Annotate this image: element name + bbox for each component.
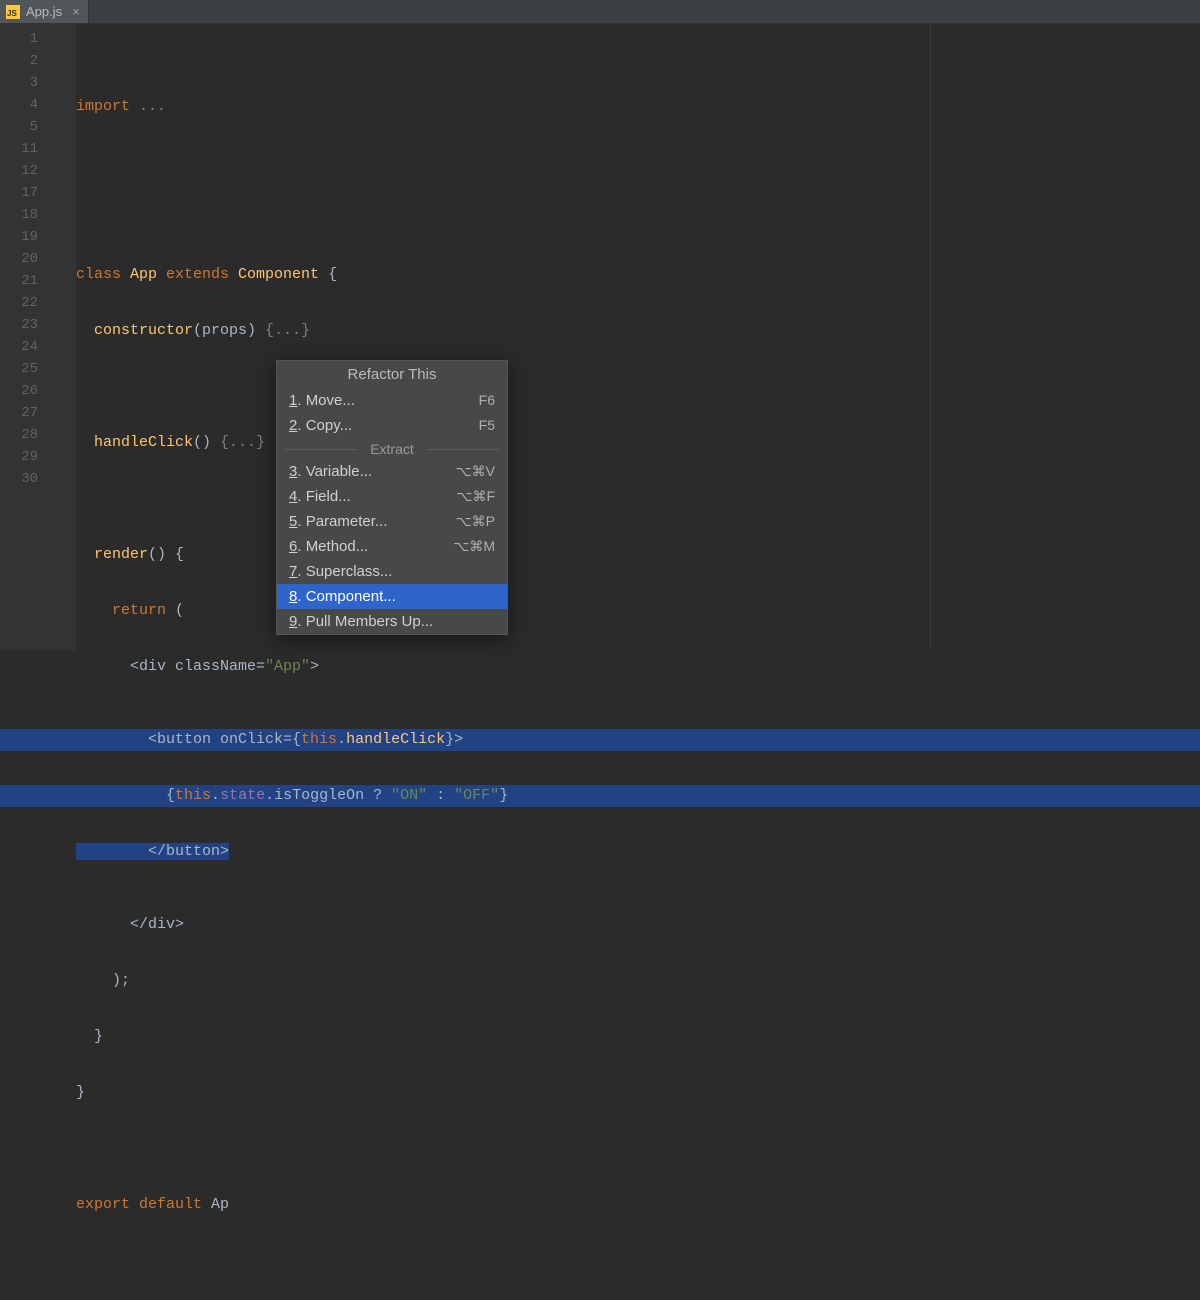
code-token: } bbox=[76, 1028, 103, 1045]
item-mnemonic: 1 bbox=[289, 392, 297, 409]
code-token: () { bbox=[148, 546, 184, 563]
item-label: Move... bbox=[306, 392, 355, 409]
code-token: class bbox=[76, 266, 130, 283]
item-label: Copy... bbox=[306, 417, 352, 434]
code-token: constructor bbox=[76, 322, 193, 339]
item-shortcut: ⌥⌘P bbox=[456, 513, 495, 530]
code-fold[interactable]: {...} bbox=[220, 434, 265, 451]
code-token: : bbox=[436, 787, 454, 804]
code-token: this bbox=[175, 787, 211, 804]
item-label: Pull Members Up... bbox=[306, 613, 434, 630]
code-token: return bbox=[112, 602, 175, 619]
code-token: App bbox=[130, 266, 166, 283]
code-token: Ap bbox=[211, 1196, 229, 1213]
code-token: extends bbox=[166, 266, 238, 283]
item-shortcut: ⌥⌘M bbox=[453, 538, 495, 555]
code-token: } bbox=[76, 1084, 85, 1101]
tab-filename: App.js bbox=[26, 4, 62, 19]
code-token: handleClick bbox=[346, 731, 445, 748]
fold-column bbox=[60, 24, 76, 650]
item-label: Variable... bbox=[306, 463, 372, 480]
item-mnemonic: 8 bbox=[289, 588, 297, 605]
popup-section-extract: Extract bbox=[277, 438, 507, 459]
code-token: </div> bbox=[76, 916, 184, 933]
refactor-move[interactable]: 1. Move... F6 bbox=[277, 388, 507, 413]
code-token: render bbox=[76, 546, 148, 563]
refactor-copy[interactable]: 2. Copy... F5 bbox=[277, 413, 507, 438]
code-editor[interactable]: 123 4511 121718 192021 222324 252627 282… bbox=[0, 24, 1200, 650]
item-label: Superclass... bbox=[306, 563, 393, 580]
item-mnemonic: 3 bbox=[289, 463, 297, 480]
item-shortcut: ⌥⌘F bbox=[456, 488, 495, 505]
line-number-gutter: 123 4511 121718 192021 222324 252627 282… bbox=[0, 24, 60, 650]
code-token: this bbox=[301, 731, 337, 748]
code-token: . bbox=[337, 731, 346, 748]
item-shortcut: ⌥⌘V bbox=[456, 463, 495, 480]
refactor-field[interactable]: 4. Field... ⌥⌘F bbox=[277, 484, 507, 509]
item-mnemonic: 2 bbox=[289, 417, 297, 434]
wrap-guide bbox=[930, 24, 931, 650]
code-token: { bbox=[328, 266, 337, 283]
code-token: }> bbox=[445, 731, 463, 748]
item-mnemonic: 7 bbox=[289, 563, 297, 580]
item-mnemonic: 5 bbox=[289, 513, 297, 530]
code-token: { bbox=[76, 787, 175, 804]
code-token: <div className= bbox=[76, 658, 265, 675]
code-token: </button> bbox=[76, 843, 229, 860]
refactor-superclass[interactable]: 7. Superclass... bbox=[277, 559, 507, 584]
refactor-parameter[interactable]: 5. Parameter... ⌥⌘P bbox=[277, 509, 507, 534]
code-token: export default bbox=[76, 1196, 211, 1213]
tab-bar: JS App.js × bbox=[0, 0, 1200, 24]
code-token: isToggleOn bbox=[274, 787, 373, 804]
code-token: import bbox=[76, 98, 130, 115]
refactor-method[interactable]: 6. Method... ⌥⌘M bbox=[277, 534, 507, 559]
code-token: ); bbox=[76, 972, 130, 989]
item-mnemonic: 9 bbox=[289, 613, 297, 630]
code-fold[interactable]: ... bbox=[130, 98, 166, 115]
close-icon[interactable]: × bbox=[72, 4, 80, 19]
code-token: ? bbox=[373, 787, 391, 804]
code-fold[interactable]: {...} bbox=[265, 322, 310, 339]
code-token: "App" bbox=[265, 658, 310, 675]
refactor-component[interactable]: 8. Component... bbox=[277, 584, 507, 609]
item-shortcut: F6 bbox=[479, 392, 495, 409]
editor-tab-appjs[interactable]: JS App.js × bbox=[0, 0, 89, 23]
item-mnemonic: 4 bbox=[289, 488, 297, 505]
code-token: "ON" bbox=[391, 787, 436, 804]
code-token: handleClick bbox=[76, 434, 193, 451]
code-token: () bbox=[193, 434, 220, 451]
code-token: . bbox=[211, 787, 220, 804]
item-label: Method... bbox=[306, 538, 369, 555]
item-label: Field... bbox=[306, 488, 351, 505]
item-mnemonic: 6 bbox=[289, 538, 297, 555]
refactor-variable[interactable]: 3. Variable... ⌥⌘V bbox=[277, 459, 507, 484]
item-label: Parameter... bbox=[306, 513, 388, 530]
refactor-pull-members-up[interactable]: 9. Pull Members Up... bbox=[277, 609, 507, 634]
code-token: . bbox=[265, 787, 274, 804]
item-shortcut: F5 bbox=[479, 417, 495, 434]
item-label: Component... bbox=[306, 588, 396, 605]
code-token: > bbox=[310, 658, 319, 675]
code-token: Component bbox=[238, 266, 328, 283]
js-file-icon: JS bbox=[6, 5, 20, 19]
code-token: "OFF" bbox=[454, 787, 499, 804]
refactor-popup: Refactor This 1. Move... F6 2. Copy... F… bbox=[276, 360, 508, 635]
code-token bbox=[76, 602, 112, 619]
popup-title: Refactor This bbox=[277, 361, 507, 388]
code-token: (props) bbox=[193, 322, 265, 339]
code-token: } bbox=[499, 787, 508, 804]
code-token: state bbox=[220, 787, 265, 804]
code-area[interactable]: import ... class App extends Component {… bbox=[76, 24, 1200, 650]
code-token: ( bbox=[175, 602, 184, 619]
code-token: <button onClick={ bbox=[76, 731, 301, 748]
